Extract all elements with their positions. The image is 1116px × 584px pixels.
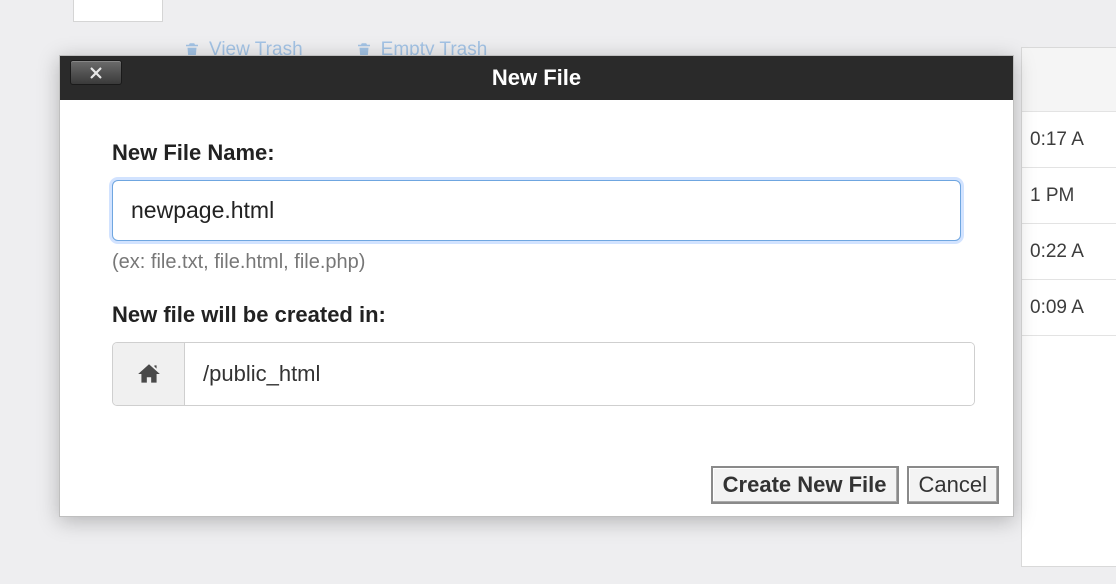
create-new-file-button[interactable]: Create New File [711, 466, 899, 504]
location-label: New file will be created in: [112, 302, 961, 328]
filename-input[interactable] [112, 180, 961, 241]
background-file-list: 0:17 A 1 PM 0:22 A 0:09 A [1021, 47, 1116, 567]
filename-hint: (ex: file.txt, file.html, file.php) [112, 251, 961, 274]
location-path-group: /public_html [112, 342, 975, 406]
home-icon [136, 361, 162, 387]
dialog-titlebar: New File [60, 56, 1013, 100]
cancel-button[interactable]: Cancel [907, 466, 999, 504]
dialog-footer: Create New File Cancel [711, 466, 999, 504]
filename-label: New File Name: [112, 140, 961, 166]
location-path: /public_html [185, 343, 974, 405]
close-icon [89, 66, 103, 80]
dialog-body: New File Name: (ex: file.txt, file.html,… [60, 100, 1013, 516]
background-tab [73, 0, 163, 22]
close-button[interactable] [70, 60, 122, 85]
dialog-title: New File [492, 65, 581, 91]
home-button[interactable] [113, 343, 185, 405]
new-file-dialog: New File New File Name: (ex: file.txt, f… [59, 55, 1014, 517]
